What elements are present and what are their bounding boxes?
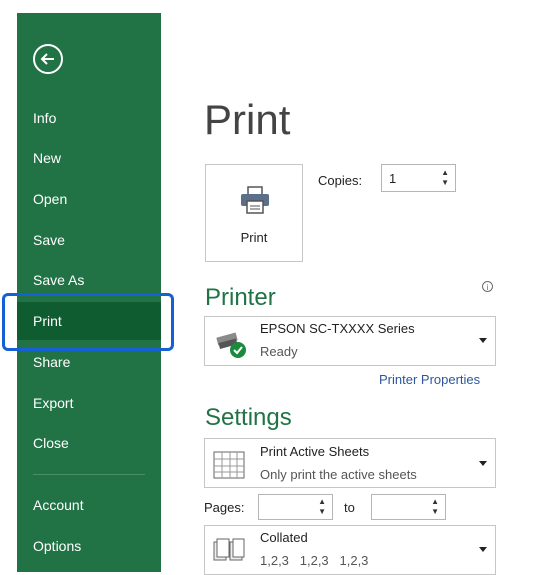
printer-heading: Printer [205,284,276,311]
printer-dropdown[interactable]: EPSON SC-TXXXX Series Ready [204,316,496,366]
copies-stepper[interactable]: 1 ▲ ▼ [381,164,456,192]
copies-label: Copies: [318,173,363,188]
back-arrow-icon [40,53,54,65]
printer-status: Ready [260,344,298,359]
spin-down-icon[interactable]: ▼ [431,508,439,516]
chevron-down-icon [479,338,487,343]
collate-icon [213,538,245,561]
info-icon[interactable]: i [482,281,493,292]
nav-item-export[interactable]: Export [17,384,161,422]
spin-up-icon[interactable]: ▲ [318,498,326,506]
print-scope-dropdown[interactable]: Print Active Sheets Only print the activ… [204,438,496,488]
nav-item-close[interactable]: Close [17,424,161,462]
nav-divider [33,474,145,475]
settings-heading: Settings [205,404,292,431]
chevron-down-icon [479,547,487,552]
scope-subtitle: Only print the active sheets [260,467,417,482]
print-button-label: Print [240,230,268,245]
chevron-down-icon [479,461,487,466]
collation-dropdown[interactable]: Collated 1,2,3 1,2,3 1,2,3 [204,525,496,575]
spin-up-icon[interactable]: ▲ [441,169,449,177]
nav-item-options[interactable]: Options [17,527,161,565]
copies-value: 1 [389,171,397,186]
pages-to-input[interactable]: ▲ ▼ [371,494,446,520]
nav-item-account[interactable]: Account [17,486,161,524]
scope-title: Print Active Sheets [260,444,370,459]
sheet-grid-icon [213,451,245,479]
print-highlight-frame [2,293,174,351]
print-button[interactable]: Print [205,164,303,262]
spin-down-icon[interactable]: ▼ [318,508,326,516]
spin-up-icon[interactable]: ▲ [431,498,439,506]
collate-title: Collated [260,530,308,545]
nav-item-info[interactable]: Info [17,99,161,137]
pages-to-label: to [344,500,355,515]
nav-item-save[interactable]: Save [17,221,161,259]
pages-label: Pages: [204,500,245,515]
printer-properties-link[interactable]: Printer Properties [379,372,480,387]
page-title: Print [204,96,291,143]
nav-item-open[interactable]: Open [17,180,161,218]
nav-item-new[interactable]: New [17,139,161,177]
spin-down-icon[interactable]: ▼ [441,179,449,187]
pages-from-input[interactable]: ▲ ▼ [258,494,333,520]
printer-name: EPSON SC-TXXXX Series [260,321,415,336]
back-button[interactable] [33,44,63,74]
printer-ready-icon [216,332,246,358]
printer-icon [241,186,269,214]
collate-subtitle: 1,2,3 1,2,3 1,2,3 [260,553,369,568]
